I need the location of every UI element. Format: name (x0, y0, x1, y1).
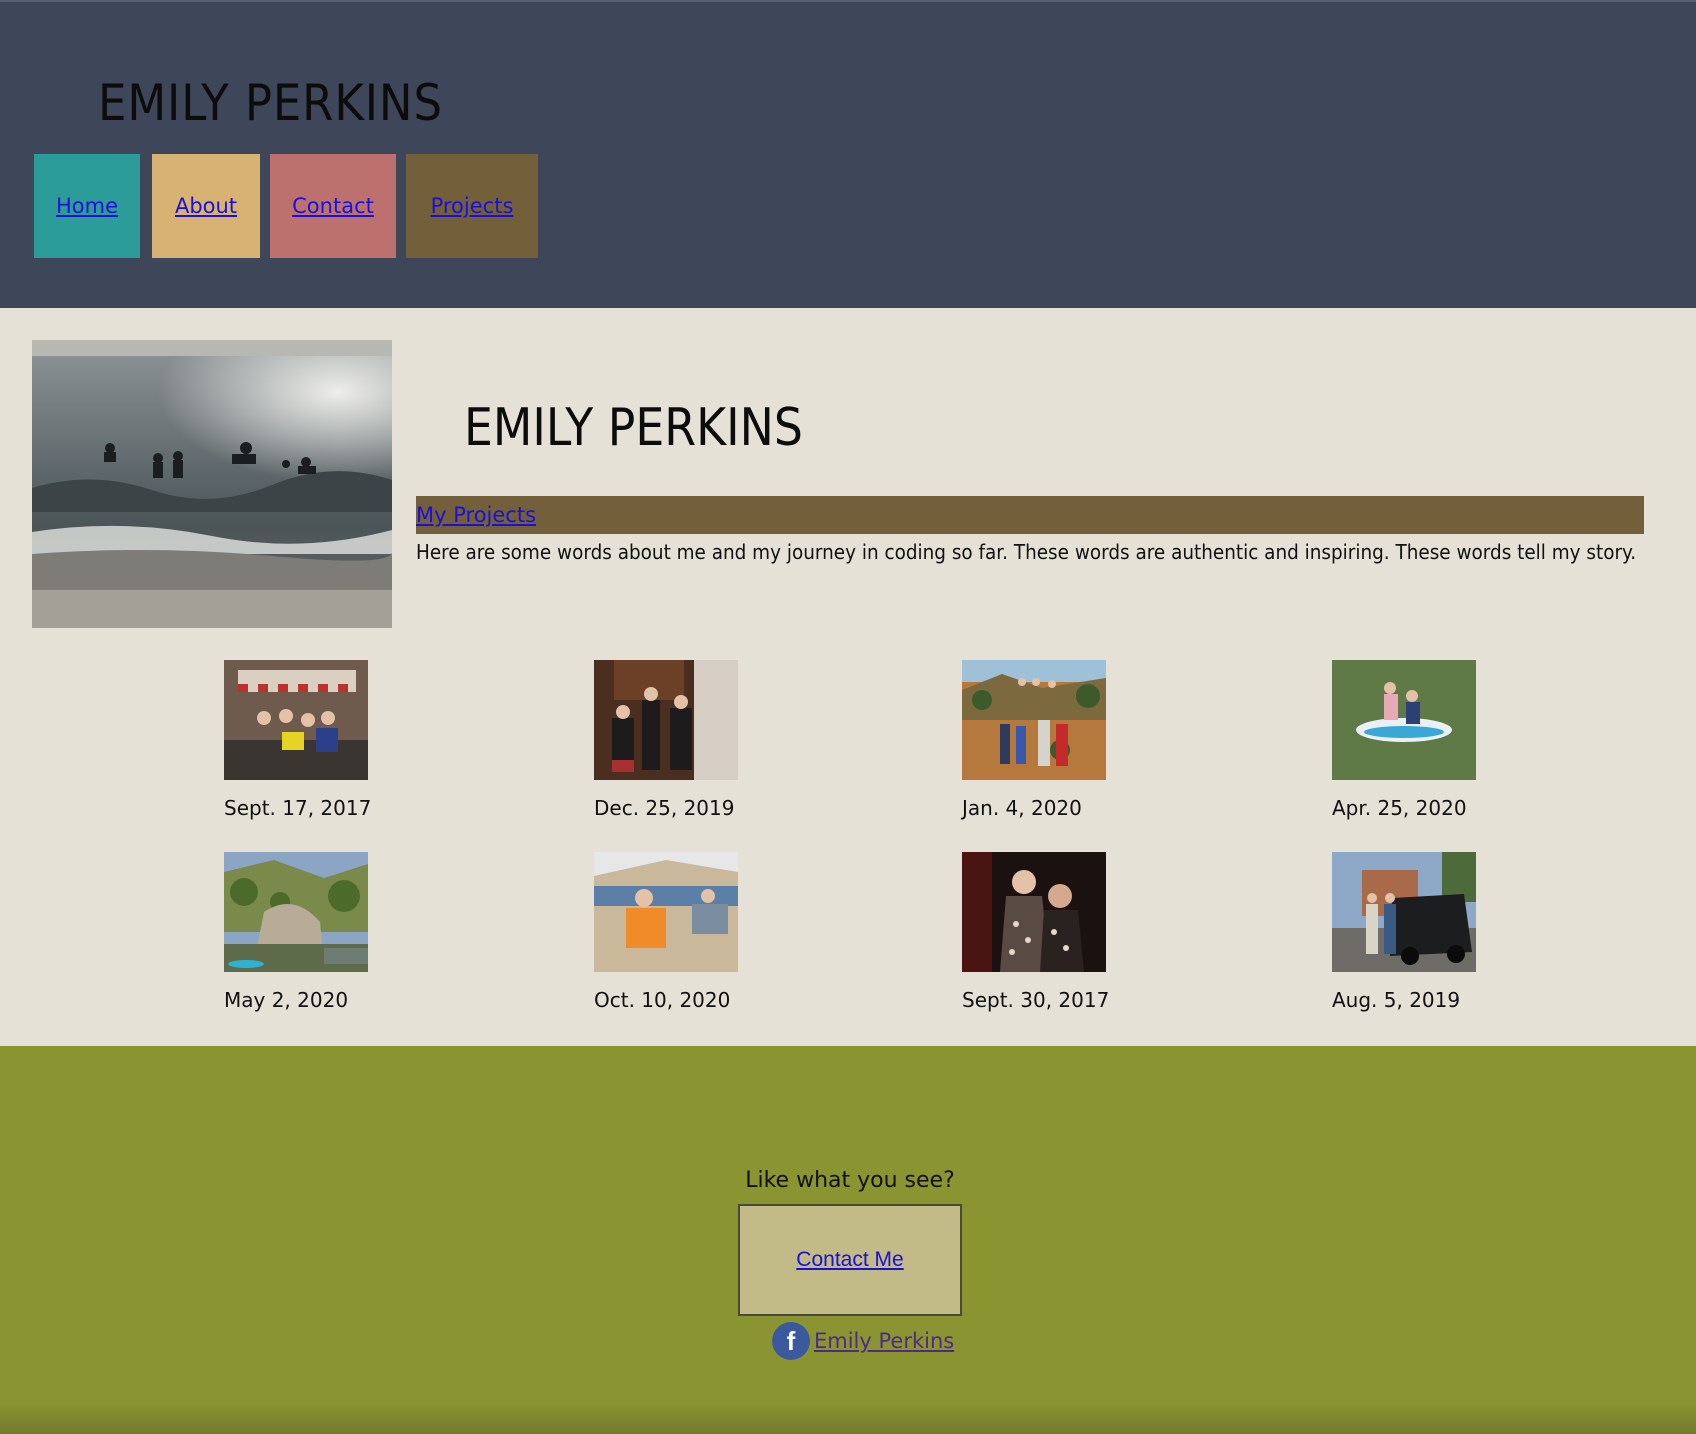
gallery-item: Aug. 5, 2019 (1332, 852, 1476, 1012)
facebook-icon[interactable]: f (772, 1322, 810, 1360)
main-content: EMILY PERKINS My Projects Here are some … (0, 308, 1696, 1046)
projects-bar: My Projects (416, 496, 1644, 534)
gallery-photo (224, 852, 368, 972)
nav-contact-button[interactable]: Contact (270, 154, 396, 258)
gallery-item: Sept. 30, 2017 (962, 852, 1110, 1012)
gallery-photo (594, 852, 738, 972)
facebook-row: f Emily Perkins (772, 1322, 954, 1360)
gallery-item: Sept. 17, 2017 (224, 660, 372, 820)
gallery-caption: Apr. 25, 2020 (1332, 796, 1467, 820)
facebook-link[interactable]: Emily Perkins (814, 1329, 954, 1353)
nav-about-button[interactable]: About (152, 154, 260, 258)
gallery-caption: Sept. 17, 2017 (224, 796, 372, 820)
gallery-caption: Oct. 10, 2020 (594, 988, 731, 1012)
gallery-item: Jan. 4, 2020 (962, 660, 1106, 820)
nav-projects-button[interactable]: Projects (406, 154, 538, 258)
gallery-item: Dec. 25, 2019 (594, 660, 738, 820)
gallery-caption: Sept. 30, 2017 (962, 988, 1110, 1012)
hero-name-heading: EMILY PERKINS (464, 398, 803, 458)
gallery-caption: Aug. 5, 2019 (1332, 988, 1461, 1012)
gallery-item: May 2, 2020 (224, 852, 368, 1012)
site-footer: Like what you see? Contact Me f Emily Pe… (0, 1046, 1696, 1434)
gallery-photo (224, 660, 368, 780)
my-projects-link[interactable]: My Projects (416, 503, 536, 527)
gallery-caption: May 2, 2020 (224, 988, 349, 1012)
bio-text: Here are some words about me and my jour… (416, 540, 1637, 564)
gallery-photo (1332, 660, 1476, 780)
contact-me-button[interactable]: Contact Me (738, 1204, 962, 1316)
nav-home-button[interactable]: Home (34, 154, 140, 258)
gallery-photo (962, 660, 1106, 780)
gallery-photo (962, 852, 1106, 972)
gallery-caption: Jan. 4, 2020 (962, 796, 1082, 820)
gallery-photo (1332, 852, 1476, 972)
gallery-item: Apr. 25, 2020 (1332, 660, 1476, 820)
gallery-caption: Dec. 25, 2019 (594, 796, 735, 820)
footer-question: Like what you see? (745, 1168, 955, 1193)
gallery-photo (594, 660, 738, 780)
contact-me-label: Contact Me (796, 1248, 904, 1271)
site-title: EMILY PERKINS (98, 74, 443, 132)
site-header: EMILY PERKINS Home About Contact Project… (0, 0, 1696, 308)
hero-beach-photo (32, 340, 392, 628)
gallery-item: Oct. 10, 2020 (594, 852, 738, 1012)
